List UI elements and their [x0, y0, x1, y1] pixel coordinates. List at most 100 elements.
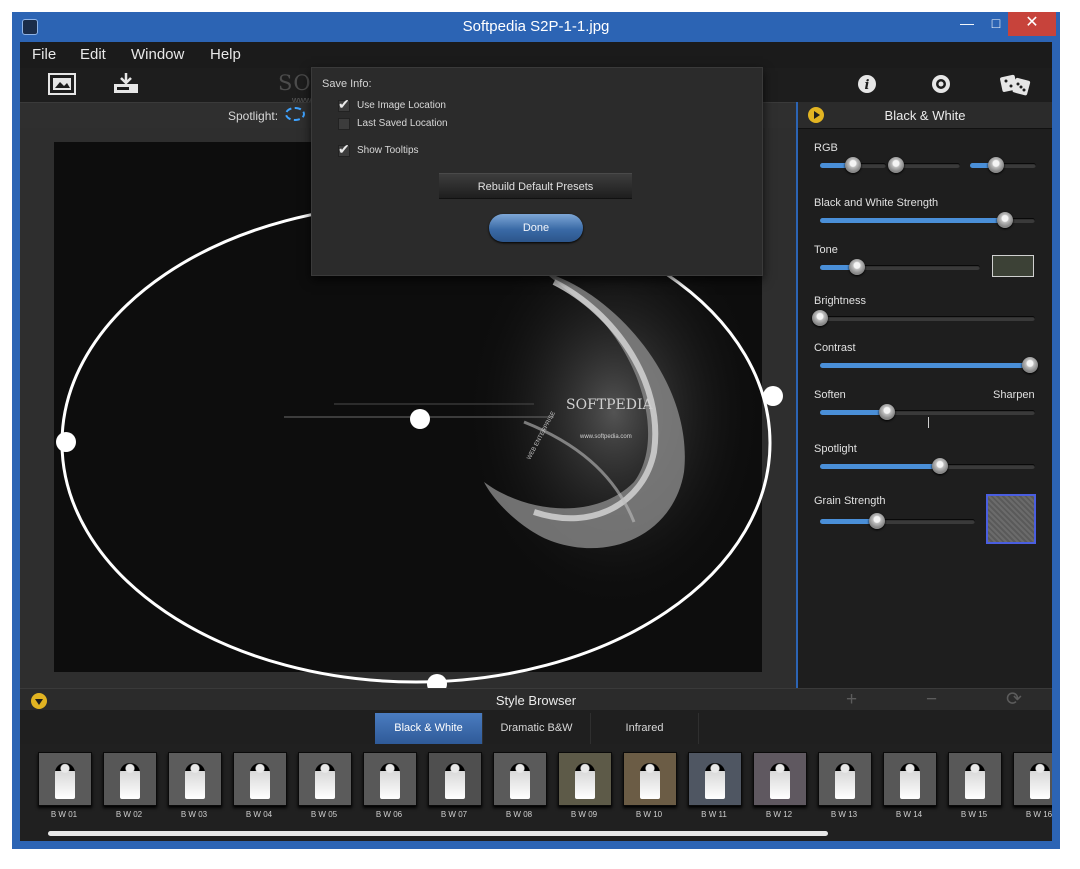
contrast-slider[interactable] [820, 357, 1038, 373]
preset-thumbnail-image[interactable] [818, 752, 872, 806]
adjustments-panel: Black & White RGB Black and White Streng… [798, 102, 1052, 688]
preset-thumbnail[interactable]: B W 06 [363, 752, 419, 819]
preset-thumbnail[interactable]: B W 08 [493, 752, 549, 819]
bw-strength-slider[interactable] [820, 212, 1035, 228]
preset-thumbnail-image[interactable] [1013, 752, 1052, 806]
preset-thumbnail-label: B W 07 [440, 810, 468, 819]
preset-thumbnail-image[interactable] [688, 752, 742, 806]
red-slider[interactable] [820, 157, 886, 173]
preset-thumbnail[interactable]: B W 04 [233, 752, 289, 819]
preset-thumbnail-image[interactable] [948, 752, 1002, 806]
title-bar[interactable]: Softpedia S2P-1-1.jpg — □ ✕ [12, 12, 1060, 42]
tone-color-swatch[interactable] [992, 255, 1034, 277]
spotlight-center-handle[interactable] [410, 409, 430, 429]
slider-knob[interactable] [849, 259, 865, 275]
blue-slider[interactable] [970, 157, 1036, 173]
preset-thumbnail-label: B W 14 [895, 810, 923, 819]
soften-sharpen-slider[interactable] [820, 404, 1035, 420]
spotlight-toggle-icon[interactable] [285, 107, 305, 121]
preset-thumbnail-image[interactable] [168, 752, 222, 806]
preset-thumbnails: B W 01 B W 02 B W 03 B W 04 B W 05 B W 06 B W … [20, 746, 1052, 826]
green-slider[interactable] [888, 157, 960, 173]
svg-text:i: i [865, 78, 870, 93]
preset-thumbnail[interactable]: B W 13 [818, 752, 874, 819]
settings-gear-icon[interactable] [930, 73, 958, 95]
style-tabs: Black & White Dramatic B&W Infrared [20, 710, 1052, 744]
tab-black-white[interactable]: Black & White [375, 713, 483, 744]
close-button[interactable]: ✕ [1008, 12, 1056, 36]
info-icon[interactable]: i [856, 73, 884, 95]
slider-knob[interactable] [988, 157, 1004, 173]
menu-edit[interactable]: Edit [80, 46, 106, 63]
brightness-slider[interactable] [812, 310, 1035, 326]
preset-thumbnail-image[interactable] [623, 752, 677, 806]
last-saved-location-label: Last Saved Location [357, 118, 448, 129]
spotlight-handle-bottom[interactable] [427, 674, 447, 688]
tone-label: Tone [814, 244, 838, 256]
grain-strength-slider[interactable] [820, 513, 975, 529]
bride-figure [55, 763, 75, 799]
preset-thumbnail[interactable]: B W 11 [688, 752, 744, 819]
bride-figure [1030, 763, 1050, 799]
thumbnail-scrollbar[interactable] [48, 831, 828, 836]
reset-presets-button[interactable]: ⟳ [1006, 690, 1022, 710]
slider-knob[interactable] [888, 157, 904, 173]
preset-thumbnail[interactable]: B W 15 [948, 752, 1004, 819]
preset-thumbnail-label: B W 09 [570, 810, 598, 819]
preset-thumbnail[interactable]: B W 14 [883, 752, 939, 819]
bride-figure [705, 763, 725, 799]
preset-thumbnail[interactable]: B W 01 [38, 752, 94, 819]
preset-thumbnail-image[interactable] [233, 752, 287, 806]
preset-thumbnail[interactable]: B W 05 [298, 752, 354, 819]
menu-file[interactable]: File [32, 46, 56, 63]
preset-thumbnail[interactable]: B W 09 [558, 752, 614, 819]
preset-thumbnail[interactable]: B W 12 [753, 752, 809, 819]
bride-figure [770, 763, 790, 799]
tab-dramatic-bw[interactable]: Dramatic B&W [483, 713, 591, 744]
preset-thumbnail-image[interactable] [363, 752, 417, 806]
spotlight-handle-left[interactable] [56, 432, 76, 452]
preset-thumbnail[interactable]: B W 07 [428, 752, 484, 819]
slider-knob[interactable] [812, 310, 828, 326]
preset-thumbnail-label: B W 04 [245, 810, 273, 819]
slider-knob[interactable] [997, 212, 1013, 228]
slider-knob[interactable] [1022, 357, 1038, 373]
bride-figure [965, 763, 985, 799]
minimize-button[interactable]: — [951, 12, 983, 36]
preset-thumbnail[interactable]: B W 16 [1013, 752, 1052, 819]
slider-knob[interactable] [869, 513, 885, 529]
preset-thumbnail-image[interactable] [493, 752, 547, 806]
style-browser: Style Browser + − ⟳ Black & White Dramat… [20, 688, 1052, 841]
preset-thumbnail-image[interactable] [428, 752, 482, 806]
slider-knob[interactable] [879, 404, 895, 420]
add-preset-button[interactable]: + [846, 690, 857, 710]
window-title: Softpedia S2P-1-1.jpg [462, 18, 610, 35]
preset-thumbnail-image[interactable] [883, 752, 937, 806]
preset-thumbnail-image[interactable] [298, 752, 352, 806]
tab-infrared[interactable]: Infrared [591, 713, 699, 744]
spotlight-handle-right[interactable] [763, 386, 783, 406]
tone-slider[interactable] [820, 259, 980, 275]
bride-figure [445, 763, 465, 799]
preset-thumbnail[interactable]: B W 02 [103, 752, 159, 819]
preset-thumbnail-image[interactable] [753, 752, 807, 806]
preset-thumbnail-image[interactable] [103, 752, 157, 806]
rebuild-default-presets-button[interactable]: Rebuild Default Presets [439, 173, 632, 199]
spotlight-slider[interactable] [820, 458, 1035, 474]
slider-knob[interactable] [932, 458, 948, 474]
remove-preset-button[interactable]: − [926, 690, 937, 710]
preset-thumbnail-image[interactable] [558, 752, 612, 806]
preset-thumbnail[interactable]: B W 10 [623, 752, 679, 819]
menu-window[interactable]: Window [131, 46, 184, 63]
preset-thumbnail-image[interactable] [38, 752, 92, 806]
last-saved-location-checkbox[interactable] [338, 118, 350, 130]
done-button[interactable]: Done [489, 214, 583, 242]
grain-texture-swatch[interactable] [986, 494, 1036, 544]
save-export-icon[interactable] [112, 73, 140, 95]
slider-knob[interactable] [845, 157, 861, 173]
bride-figure [575, 763, 595, 799]
open-image-icon[interactable] [48, 73, 76, 95]
menu-help[interactable]: Help [210, 46, 241, 63]
preset-thumbnail[interactable]: B W 03 [168, 752, 224, 819]
random-dice-icon[interactable] [1000, 73, 1031, 96]
